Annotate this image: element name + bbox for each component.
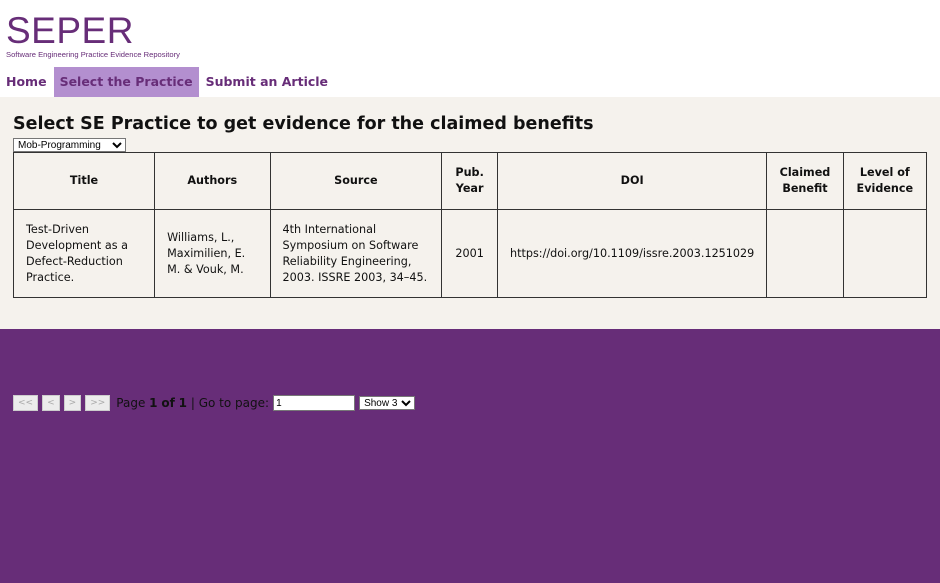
prev-page-button[interactable]: < — [42, 395, 60, 411]
main-content: Select SE Practice to get evidence for t… — [0, 97, 940, 411]
header-pub-year[interactable]: Pub. Year — [441, 152, 498, 210]
nav-home[interactable]: Home — [0, 67, 53, 97]
cell-title: Test-Driven Development as a Defect-Redu… — [12, 209, 156, 298]
pager-separator: | — [190, 396, 195, 410]
header-claimed-benefit[interactable]: Claimed Benefit — [766, 152, 844, 210]
cell-source: 4th International Symposium on Software … — [269, 209, 443, 298]
last-page-button[interactable]: >> — [85, 395, 111, 411]
main-nav: Home Select the Practice Submit an Artic… — [0, 67, 334, 97]
site-header: SEPER Software Engineering Practice Evid… — [0, 0, 940, 97]
page-title: Select SE Practice to get evidence for t… — [13, 114, 594, 134]
total-pages: 1 — [178, 396, 188, 410]
goto-page-input[interactable] — [273, 395, 356, 411]
page-indicator: Page 1 of 1 | Go to page: — [116, 396, 269, 410]
cell-pub-year: 2001 — [441, 209, 498, 298]
header-source[interactable]: Source — [269, 152, 443, 210]
cell-authors: Williams, L., Maximilien, E. M. & Vouk, … — [154, 209, 271, 298]
table-header-row: Title Authors Source Pub. Year DOI Claim… — [12, 152, 928, 210]
current-page: 1 — [149, 396, 158, 410]
cell-doi: https://doi.org/10.1109/issre.2003.12510… — [496, 209, 768, 298]
header-title[interactable]: Title — [12, 152, 156, 210]
site-logo[interactable]: SEPER Software Engineering Practice Evid… — [6, 12, 180, 60]
nav-submit-article[interactable]: Submit an Article — [200, 67, 334, 97]
cell-claimed-benefit — [766, 209, 844, 298]
next-page-button[interactable]: > — [63, 395, 82, 411]
logo-title: SEPER — [6, 10, 134, 51]
page-size-select[interactable]: Show 3 — [359, 396, 416, 410]
table-row: Test-Driven Development as a Defect-Redu… — [12, 209, 928, 298]
first-page-button[interactable]: << — [13, 395, 39, 411]
header-level-of-evidence[interactable]: Level of Evidence — [842, 152, 928, 210]
evidence-table: Title Authors Source Pub. Year DOI Claim… — [12, 152, 928, 298]
cell-level-of-evidence — [842, 209, 928, 298]
of-word: of — [161, 396, 175, 410]
page-prefix: Page — [116, 396, 146, 410]
header-doi[interactable]: DOI — [496, 152, 768, 210]
logo-subtitle: Software Engineering Practice Evidence R… — [6, 50, 180, 59]
pagination: << < > >> Page 1 of 1 | Go to page: Show… — [13, 395, 416, 411]
goto-label: Go to page: — [198, 396, 270, 410]
nav-select-practice[interactable]: Select the Practice — [53, 67, 199, 97]
header-authors[interactable]: Authors — [154, 152, 271, 210]
practice-select[interactable]: Mob-Programming — [13, 138, 126, 152]
